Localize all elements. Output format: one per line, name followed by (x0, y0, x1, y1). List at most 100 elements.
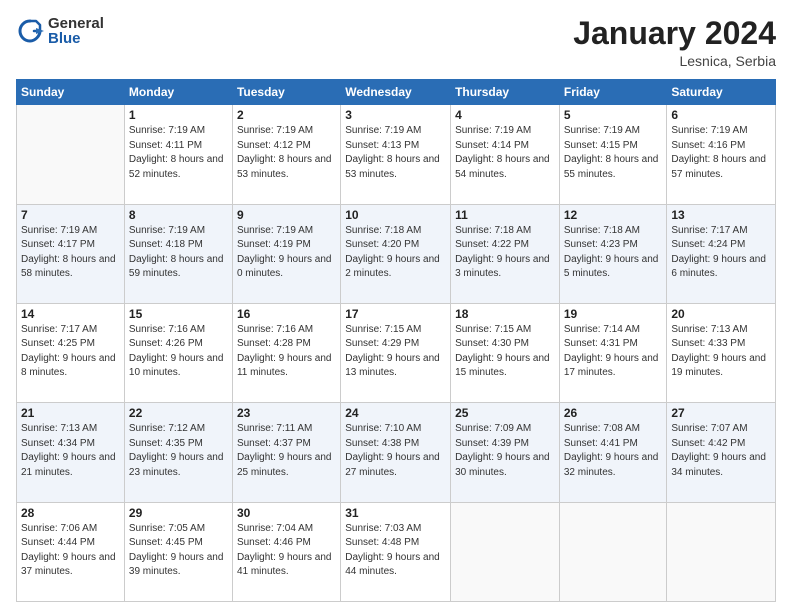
day-info: Sunrise: 7:19 AM Sunset: 4:11 PM Dayligh… (129, 124, 228, 182)
calendar-table: SundayMondayTuesdayWednesdayThursdayFrid… (16, 79, 776, 602)
calendar-cell: 27 Sunrise: 7:07 AM Sunset: 4:42 PM Dayli… (667, 403, 776, 502)
calendar-cell: 10 Sunrise: 7:18 AM Sunset: 4:20 PM Dayli… (341, 204, 451, 303)
calendar-cell: 24 Sunrise: 7:10 AM Sunset: 4:38 PM Dayli… (341, 403, 451, 502)
day-info: Sunrise: 7:13 AM Sunset: 4:34 PM Dayligh… (21, 422, 120, 480)
day-number: 5 (564, 108, 663, 122)
location-text: Lesnica, Serbia (573, 53, 776, 69)
weekday-header: Friday (559, 80, 667, 105)
logo-general-text: General (48, 16, 104, 31)
day-info: Sunrise: 7:16 AM Sunset: 4:28 PM Dayligh… (237, 323, 336, 381)
weekday-header: Monday (124, 80, 232, 105)
day-info: Sunrise: 7:10 AM Sunset: 4:38 PM Dayligh… (345, 422, 446, 480)
calendar-week-row: 1 Sunrise: 7:19 AM Sunset: 4:11 PM Daylig… (17, 105, 776, 204)
calendar-cell: 18 Sunrise: 7:15 AM Sunset: 4:30 PM Dayli… (451, 303, 560, 402)
day-info: Sunrise: 7:19 AM Sunset: 4:18 PM Dayligh… (129, 224, 228, 282)
calendar-cell: 31Sunrise: 7:03 AM Sunset: 4:48 PM Dayli… (341, 502, 451, 601)
calendar-cell: 4 Sunrise: 7:19 AM Sunset: 4:14 PM Daylig… (451, 105, 560, 204)
calendar-cell: 15 Sunrise: 7:16 AM Sunset: 4:26 PM Dayli… (124, 303, 232, 402)
day-info: Sunrise: 7:11 AM Sunset: 4:37 PM Dayligh… (237, 422, 336, 480)
weekday-header: Thursday (451, 80, 560, 105)
calendar-cell (17, 105, 125, 204)
calendar-week-row: 7 Sunrise: 7:19 AM Sunset: 4:17 PM Daylig… (17, 204, 776, 303)
calendar-cell: 22 Sunrise: 7:12 AM Sunset: 4:35 PM Dayli… (124, 403, 232, 502)
day-number: 22 (129, 406, 228, 420)
day-number: 17 (345, 307, 446, 321)
calendar-cell: 26 Sunrise: 7:08 AM Sunset: 4:41 PM Dayli… (559, 403, 667, 502)
calendar-cell: 1 Sunrise: 7:19 AM Sunset: 4:11 PM Daylig… (124, 105, 232, 204)
day-number: 24 (345, 406, 446, 420)
calendar-cell: 23 Sunrise: 7:11 AM Sunset: 4:37 PM Dayli… (232, 403, 340, 502)
day-number: 21 (21, 406, 120, 420)
day-info: Sunrise: 7:15 AM Sunset: 4:30 PM Dayligh… (455, 323, 555, 381)
day-info: Sunrise: 7:19 AM Sunset: 4:14 PM Dayligh… (455, 124, 555, 182)
calendar-cell: 17 Sunrise: 7:15 AM Sunset: 4:29 PM Dayli… (341, 303, 451, 402)
day-number: 14 (21, 307, 120, 321)
calendar-cell (667, 502, 776, 601)
day-number: 27 (671, 406, 771, 420)
day-info: Sunrise: 7:13 AM Sunset: 4:33 PM Dayligh… (671, 323, 771, 381)
weekday-header: Tuesday (232, 80, 340, 105)
day-info: Sunrise: 7:15 AM Sunset: 4:29 PM Dayligh… (345, 323, 446, 381)
calendar-week-row: 28Sunrise: 7:06 AM Sunset: 4:44 PM Dayli… (17, 502, 776, 601)
calendar-cell: 3 Sunrise: 7:19 AM Sunset: 4:13 PM Daylig… (341, 105, 451, 204)
calendar-cell: 14 Sunrise: 7:17 AM Sunset: 4:25 PM Dayli… (17, 303, 125, 402)
calendar-cell: 28Sunrise: 7:06 AM Sunset: 4:44 PM Dayli… (17, 502, 125, 601)
calendar-cell: 25 Sunrise: 7:09 AM Sunset: 4:39 PM Dayli… (451, 403, 560, 502)
day-info: Sunrise: 7:19 AM Sunset: 4:19 PM Dayligh… (237, 224, 336, 282)
calendar-cell (559, 502, 667, 601)
calendar-cell: 6 Sunrise: 7:19 AM Sunset: 4:16 PM Daylig… (667, 105, 776, 204)
calendar-cell: 9Sunrise: 7:19 AM Sunset: 4:19 PM Daylig… (232, 204, 340, 303)
day-number: 7 (21, 208, 120, 222)
day-number: 1 (129, 108, 228, 122)
title-block: January 2024 Lesnica, Serbia (573, 16, 776, 69)
weekday-header: Wednesday (341, 80, 451, 105)
calendar-header-row: SundayMondayTuesdayWednesdayThursdayFrid… (17, 80, 776, 105)
day-info: Sunrise: 7:12 AM Sunset: 4:35 PM Dayligh… (129, 422, 228, 480)
day-number: 26 (564, 406, 663, 420)
day-number: 6 (671, 108, 771, 122)
logo-text: General Blue (48, 16, 104, 46)
calendar-cell: 5 Sunrise: 7:19 AM Sunset: 4:15 PM Daylig… (559, 105, 667, 204)
day-number: 25 (455, 406, 555, 420)
day-number: 15 (129, 307, 228, 321)
day-number: 11 (455, 208, 555, 222)
page-header: General Blue January 2024 Lesnica, Serbi… (16, 16, 776, 69)
day-info: Sunrise: 7:18 AM Sunset: 4:22 PM Dayligh… (455, 224, 555, 282)
day-number: 18 (455, 307, 555, 321)
day-info: Sunrise: 7:19 AM Sunset: 4:12 PM Dayligh… (237, 124, 336, 182)
day-number: 2 (237, 108, 336, 122)
weekday-header: Saturday (667, 80, 776, 105)
day-number: 20 (671, 307, 771, 321)
day-info: Sunrise: 7:16 AM Sunset: 4:26 PM Dayligh… (129, 323, 228, 381)
day-number: 3 (345, 108, 446, 122)
day-info: Sunrise: 7:05 AM Sunset: 4:45 PM Dayligh… (129, 522, 228, 580)
logo: General Blue (16, 16, 104, 46)
day-info: Sunrise: 7:06 AM Sunset: 4:44 PM Dayligh… (21, 522, 120, 580)
logo-blue-text: Blue (48, 31, 104, 46)
calendar-cell: 29Sunrise: 7:05 AM Sunset: 4:45 PM Dayli… (124, 502, 232, 601)
day-info: Sunrise: 7:14 AM Sunset: 4:31 PM Dayligh… (564, 323, 663, 381)
day-info: Sunrise: 7:18 AM Sunset: 4:20 PM Dayligh… (345, 224, 446, 282)
day-info: Sunrise: 7:09 AM Sunset: 4:39 PM Dayligh… (455, 422, 555, 480)
day-info: Sunrise: 7:03 AM Sunset: 4:48 PM Dayligh… (345, 522, 446, 580)
calendar-cell: 30Sunrise: 7:04 AM Sunset: 4:46 PM Dayli… (232, 502, 340, 601)
day-number: 13 (671, 208, 771, 222)
day-info: Sunrise: 7:07 AM Sunset: 4:42 PM Dayligh… (671, 422, 771, 480)
day-info: Sunrise: 7:17 AM Sunset: 4:25 PM Dayligh… (21, 323, 120, 381)
day-info: Sunrise: 7:19 AM Sunset: 4:17 PM Dayligh… (21, 224, 120, 282)
month-title: January 2024 (573, 16, 776, 51)
day-number: 23 (237, 406, 336, 420)
day-number: 10 (345, 208, 446, 222)
day-number: 30 (237, 506, 336, 520)
day-number: 12 (564, 208, 663, 222)
calendar-cell: 21 Sunrise: 7:13 AM Sunset: 4:34 PM Dayli… (17, 403, 125, 502)
weekday-header: Sunday (17, 80, 125, 105)
day-info: Sunrise: 7:19 AM Sunset: 4:16 PM Dayligh… (671, 124, 771, 182)
calendar-cell: 8Sunrise: 7:19 AM Sunset: 4:18 PM Daylig… (124, 204, 232, 303)
day-info: Sunrise: 7:19 AM Sunset: 4:15 PM Dayligh… (564, 124, 663, 182)
day-info: Sunrise: 7:19 AM Sunset: 4:13 PM Dayligh… (345, 124, 446, 182)
day-number: 19 (564, 307, 663, 321)
day-info: Sunrise: 7:08 AM Sunset: 4:41 PM Dayligh… (564, 422, 663, 480)
day-number: 4 (455, 108, 555, 122)
page-container: General Blue January 2024 Lesnica, Serbi… (0, 0, 792, 612)
